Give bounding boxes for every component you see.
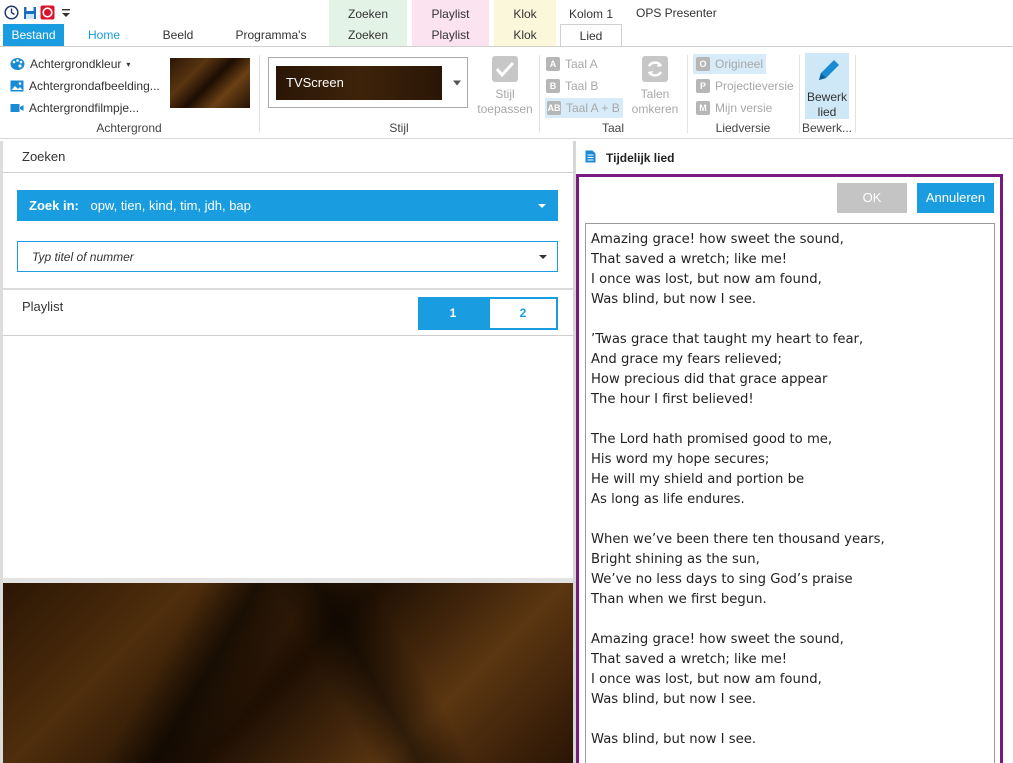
tab-programmas[interactable]: Programma's xyxy=(226,24,316,46)
group-label-stijl: Stijl xyxy=(389,121,409,135)
ribbon-group-achtergrond: Achtergrondkleur ▾ Achtergrondafbeelding… xyxy=(0,47,258,139)
stijl-toepassen-line1: Stijl xyxy=(495,87,515,101)
song-editor-frame: OK Annuleren Amazing grace! how sweet th… xyxy=(576,174,1003,763)
left-panel: Zoeken Zoek in: opw, tien, kind, tim, jd… xyxy=(3,141,573,763)
customize-icon[interactable] xyxy=(58,5,73,20)
cancel-button[interactable]: Annuleren xyxy=(917,183,994,213)
divider xyxy=(3,172,573,173)
zoek-in-dropdown[interactable]: Zoek in: opw, tien, kind, tim, jdh, bap xyxy=(17,190,558,221)
stijl-toepassen-button[interactable]: Stijl toepassen xyxy=(474,55,536,117)
letter-m-icon: M xyxy=(696,101,710,115)
ribbon-tab-row: Bestand Home Beeld Programma's Zoeken Pl… xyxy=(0,24,1013,47)
dropdown-arrow-icon: ▾ xyxy=(126,59,131,69)
taal-a-label: Taal A xyxy=(565,57,598,71)
tab-lied[interactable]: Lied xyxy=(560,24,622,47)
group-label-bewerken: Bewerk... xyxy=(801,121,852,135)
zoek-in-label: Zoek in: xyxy=(29,198,79,213)
stop-icon[interactable] xyxy=(40,5,55,20)
save-icon[interactable] xyxy=(22,5,37,20)
playlist-tab-1[interactable]: 1 xyxy=(418,297,488,330)
temporary-song-title: Tijdelijk lied xyxy=(606,151,675,165)
mijn-versie-label: Mijn versie xyxy=(715,101,773,115)
style-dropdown[interactable]: TVScreen xyxy=(268,57,468,108)
group-label-liedversie: Liedversie xyxy=(715,121,771,135)
taal-a-button[interactable]: A Taal A xyxy=(546,54,598,74)
zoek-in-value: opw, tien, kind, tim, jdh, bap xyxy=(90,198,251,213)
origineel-button[interactable]: O Origineel xyxy=(693,54,767,74)
right-panel: Tijdelijk lied OK Annuleren Amazing grac… xyxy=(576,141,1013,763)
context-header-klok: Klok xyxy=(494,0,556,24)
letter-a-icon: A xyxy=(546,57,560,71)
swap-icon xyxy=(642,56,668,82)
talen-omkeren-button[interactable]: Talen omkeren xyxy=(630,55,680,117)
video-icon xyxy=(10,104,24,112)
title-bar: Zoeken Playlist Klok Kolom 1 OPS Present… xyxy=(0,0,1013,24)
divider xyxy=(3,288,573,290)
talen-omkeren-line1: Talen xyxy=(640,87,670,101)
achtergrondafbeelding-button[interactable]: Achtergrondafbeelding... xyxy=(10,76,160,96)
achtergrondfilmpje-label: Achtergrondfilmpje... xyxy=(29,101,140,115)
playlist-tab-2[interactable]: 2 xyxy=(488,297,558,330)
bewerk-lied-button[interactable]: Bewerk lied xyxy=(805,53,849,119)
stijl-toepassen-line2: toepassen xyxy=(477,102,533,116)
clock-icon[interactable] xyxy=(4,5,19,20)
chevron-down-icon xyxy=(453,80,461,85)
image-icon xyxy=(10,80,24,92)
context-header-zoeken: Zoeken xyxy=(329,0,407,24)
ribbon-separator xyxy=(855,55,856,133)
divider xyxy=(3,335,573,336)
taal-b-button[interactable]: B Taal B xyxy=(546,76,598,96)
origineel-label: Origineel xyxy=(715,57,764,71)
mijn-versie-button[interactable]: M Mijn versie xyxy=(696,98,772,118)
style-selected-label: TVScreen xyxy=(286,75,344,90)
ribbon-group-liedversie: O Origineel P Projectieversie M Mijn ver… xyxy=(688,47,798,139)
bewerk-lied-line2: lied xyxy=(817,105,837,119)
context-header-kolom: Kolom 1 xyxy=(560,0,622,24)
taal-ab-button[interactable]: AB Taal A + B xyxy=(545,98,623,118)
tab-playlist[interactable]: Playlist xyxy=(412,24,489,46)
tab-klok[interactable]: Klok xyxy=(494,24,556,46)
projectieversie-button[interactable]: P Projectieversie xyxy=(696,76,794,96)
background-preview xyxy=(3,578,573,763)
lyrics-textarea[interactable]: Amazing grace! how sweet the sound, That… xyxy=(585,223,995,763)
background-thumbnail[interactable] xyxy=(170,58,250,108)
achtergrondafbeelding-label: Achtergrondafbeelding... xyxy=(29,79,160,93)
letter-ab-icon: AB xyxy=(547,101,561,115)
search-section-title: Zoeken xyxy=(22,149,66,164)
search-input[interactable] xyxy=(18,242,518,271)
achtergrondfilmpje-button[interactable]: Achtergrondfilmpje... xyxy=(10,98,139,118)
projectieversie-label: Projectieversie xyxy=(715,79,794,93)
document-icon xyxy=(585,150,596,163)
app-title: OPS Presenter xyxy=(636,6,717,20)
palette-icon xyxy=(10,58,25,70)
ok-button[interactable]: OK xyxy=(837,183,907,213)
letter-o-icon: O xyxy=(696,57,710,71)
context-header-playlist: Playlist xyxy=(412,0,489,24)
checkmark-icon xyxy=(492,56,518,82)
chevron-down-icon xyxy=(538,204,546,208)
letter-p-icon: P xyxy=(696,79,710,93)
taal-ab-label: Taal A + B xyxy=(566,101,620,115)
search-box[interactable] xyxy=(17,241,558,272)
group-label-achtergrond: Achtergrond xyxy=(96,121,162,135)
tab-zoeken[interactable]: Zoeken xyxy=(329,24,407,46)
achtergrondkleur-button[interactable]: Achtergrondkleur ▾ xyxy=(10,54,130,74)
tab-home[interactable]: Home xyxy=(78,24,130,46)
playlist-section-title: Playlist xyxy=(22,299,64,314)
chevron-down-icon xyxy=(539,255,547,259)
group-label-taal: Taal xyxy=(601,121,624,135)
bewerk-lied-line1: Bewerk xyxy=(806,90,847,104)
quick-access-toolbar xyxy=(4,5,73,20)
talen-omkeren-line2: omkeren xyxy=(631,102,679,116)
ribbon: Achtergrondkleur ▾ Achtergrondafbeelding… xyxy=(0,46,1013,139)
tab-beeld[interactable]: Beeld xyxy=(152,24,204,46)
ribbon-group-stijl: TVScreen Stijl toepassen Stijl xyxy=(260,47,538,139)
pencil-icon xyxy=(819,60,839,80)
letter-b-icon: B xyxy=(546,79,560,93)
tab-bestand[interactable]: Bestand xyxy=(3,24,64,46)
taal-b-label: Taal B xyxy=(565,79,599,93)
ribbon-group-taal: A Taal A B Taal B AB Taal A + B Talen om… xyxy=(540,47,686,139)
achtergrondkleur-label: Achtergrondkleur xyxy=(30,57,122,71)
ribbon-group-bewerken: Bewerk lied Bewerk... xyxy=(800,47,854,139)
